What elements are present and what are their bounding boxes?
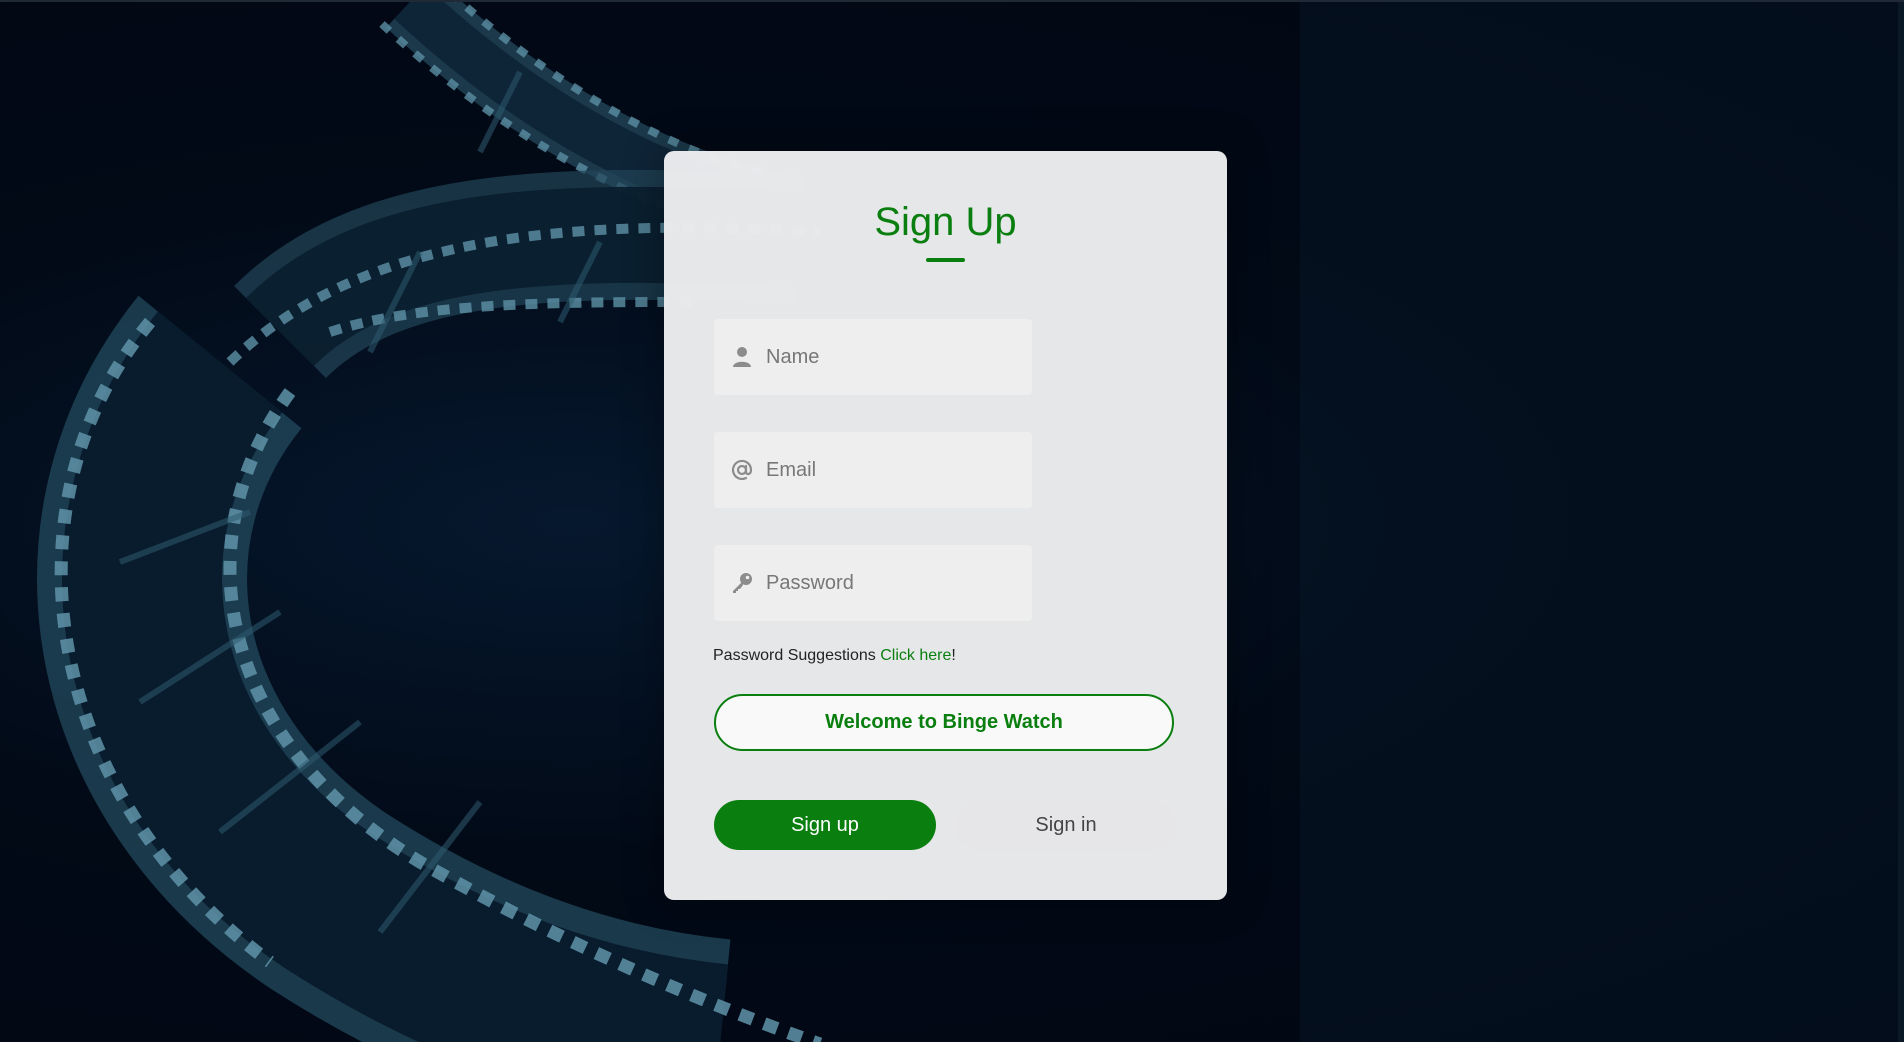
password-suggestions-link[interactable]: Click here	[880, 647, 951, 664]
password-hint-suffix: !	[951, 647, 956, 664]
name-input[interactable]	[766, 345, 1006, 369]
page: Sign Up Name Email Password Suggestions …	[0, 0, 1904, 1042]
signin-button[interactable]: Sign in	[955, 800, 1177, 850]
email-field[interactable]	[714, 432, 1032, 508]
name-field[interactable]	[714, 319, 1032, 395]
welcome-button[interactable]: Welcome to Binge Watch	[714, 694, 1174, 751]
page-title: Sign Up	[874, 200, 1017, 244]
email-input[interactable]	[766, 458, 1006, 482]
title-underline	[926, 258, 965, 262]
at-icon	[730, 458, 754, 482]
password-input[interactable]	[766, 571, 1006, 595]
password-field[interactable]	[714, 545, 1032, 621]
key-icon	[730, 571, 754, 595]
signup-card: Sign Up Name Email Password Suggestions …	[664, 151, 1227, 900]
password-hint: Password Suggestions Click here!	[713, 647, 956, 665]
password-hint-text: Password Suggestions	[713, 647, 876, 664]
user-icon	[730, 345, 754, 369]
signup-button[interactable]: Sign up	[714, 800, 936, 850]
